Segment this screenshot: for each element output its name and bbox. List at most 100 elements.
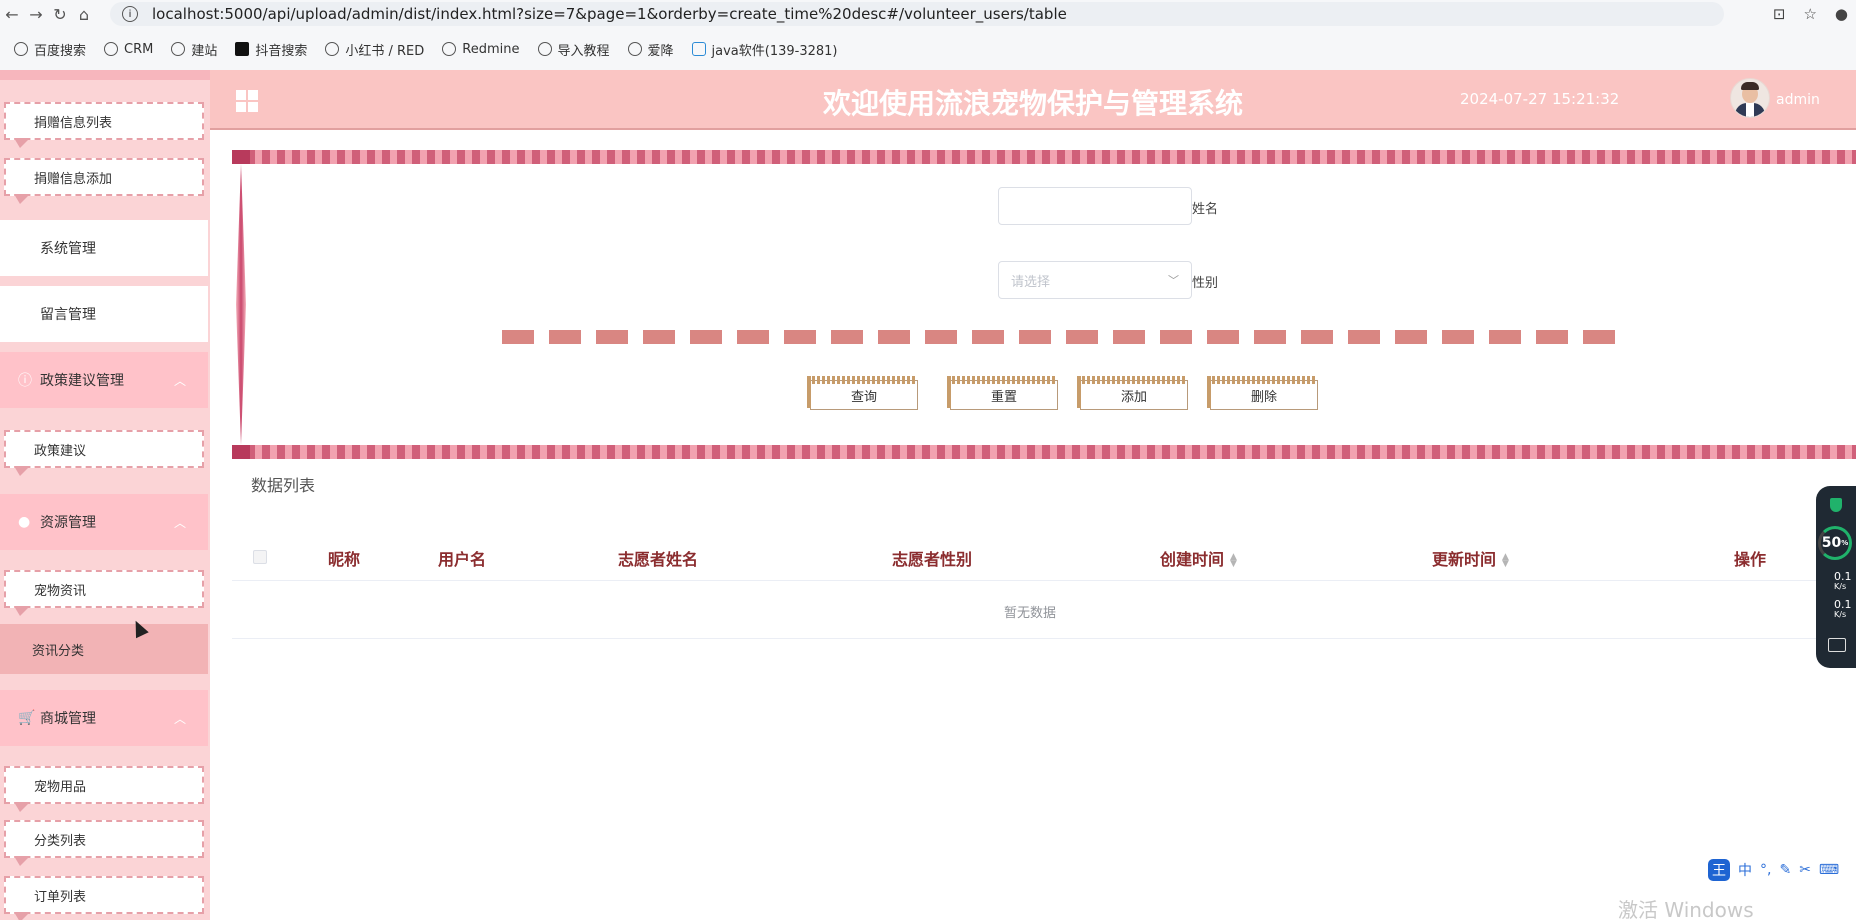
sidebar-item-policy[interactable]: 政策建议 <box>4 430 204 476</box>
sidebar-item-system[interactable]: 系统管理 <box>0 220 208 276</box>
sort-icon[interactable]: ▲ ▼ <box>1230 552 1237 568</box>
decorative-border-top <box>232 150 1856 164</box>
sidebar-group-label: 商城管理 <box>40 711 96 727</box>
bookmark-aijiang[interactable]: 爱降 <box>627 40 674 59</box>
ime-language[interactable]: 中 <box>1738 860 1752 880</box>
sidebar-group-label: 政策建议管理 <box>40 373 124 389</box>
forward-icon[interactable]: → <box>24 5 48 24</box>
ime-logo-icon[interactable]: 王 <box>1708 859 1730 881</box>
table-empty-row: 暂无数据 <box>232 580 1856 639</box>
chevron-down-icon: ﹀ <box>1168 274 1179 287</box>
sidebar-group-mall[interactable]: 🛒 商城管理 ︿ <box>0 690 208 746</box>
back-icon[interactable]: ← <box>0 5 24 24</box>
avatar[interactable] <box>1730 78 1770 118</box>
list-title: 数据列表 <box>251 476 316 495</box>
address-bar[interactable]: i localhost:5000/api/upload/admin/dist/i… <box>110 2 1724 26</box>
reset-button[interactable]: 重置 <box>947 376 1058 410</box>
install-icon[interactable]: ⊡ <box>1773 5 1786 23</box>
sidebar-top-strip <box>0 70 210 80</box>
sidebar-group-resource[interactable]: ● 资源管理 ︿ <box>0 494 208 550</box>
bilibili-icon <box>691 42 706 56</box>
column-nickname: 昵称 <box>328 550 361 569</box>
punctuation-icon[interactable]: °, <box>1760 862 1771 878</box>
globe-icon <box>171 42 186 56</box>
chevron-up-icon: ︿ <box>173 515 186 530</box>
shield-icon <box>1830 498 1842 512</box>
bookmark-import[interactable]: 导入教程 <box>537 40 610 59</box>
user-name[interactable]: admin <box>1776 92 1820 108</box>
ime-toolbar: 王 中 °, ✎ ✂ ⌨ <box>1708 858 1839 882</box>
column-volunteer-name: 志愿者姓名 <box>618 550 699 569</box>
add-button[interactable]: 添加 <box>1077 376 1188 410</box>
volunteer-name-input[interactable] <box>998 187 1192 225</box>
column-username: 用户名 <box>438 550 487 569</box>
column-update-time[interactable]: 更新时间 ▲ ▼ <box>1432 546 1509 570</box>
bookmark-star-icon[interactable]: ☆ <box>1803 5 1816 23</box>
app-header: 欢迎使用流浪宠物保护与管理系统 2024-07-27 15:21:32 admi… <box>210 70 1856 130</box>
sidebar-item-category-list[interactable]: 分类列表 <box>4 820 204 866</box>
globe-icon <box>104 42 119 56</box>
bookmark-redmine[interactable]: Redmine <box>442 42 520 57</box>
keyboard-icon[interactable]: ⌨ <box>1819 862 1839 878</box>
sidebar-group-label: 资源管理 <box>40 515 96 531</box>
site-info-icon[interactable]: i <box>122 6 138 22</box>
tiktok-icon <box>235 42 250 56</box>
sidebar-group-policy[interactable]: ⓘ 政策建议管理 ︿ <box>0 352 208 408</box>
column-volunteer-gender: 志愿者性别 <box>892 550 973 569</box>
info-circle-icon: ⓘ <box>18 373 32 389</box>
bookmark-crm[interactable]: CRM <box>104 42 153 57</box>
download-rate: 0.1 K/s <box>1834 598 1852 619</box>
bookmark-java[interactable]: java软件(139-3281) <box>691 40 838 59</box>
upload-rate: 0.1 K/s <box>1834 570 1852 591</box>
globe-icon <box>325 42 340 56</box>
paw-icon <box>14 42 28 56</box>
sidebar: 捐赠信息列表 捐赠信息添加 系统管理 留言管理 ⓘ 政策建议管理 ︿ 政策建议 … <box>0 70 210 920</box>
bulb-icon: ● <box>18 514 31 530</box>
delete-button[interactable]: 删除 <box>1207 376 1318 410</box>
column-actions: 操作 <box>1734 550 1767 569</box>
globe-icon <box>537 42 552 56</box>
sidebar-item-donation-add[interactable]: 捐赠信息添加 <box>4 158 204 204</box>
empty-text: 暂无数据 <box>1003 606 1056 621</box>
profile-icon[interactable]: ● <box>1835 5 1848 23</box>
decorative-corner <box>232 150 250 164</box>
sidebar-item-order-list[interactable]: 订单列表 <box>4 876 204 920</box>
sidebar-item-pet-supplies[interactable]: 宠物用品 <box>4 766 204 812</box>
home-icon[interactable]: ⌂ <box>72 5 96 24</box>
sort-icon[interactable]: ▲ ▼ <box>1502 552 1509 568</box>
globe-icon <box>627 42 642 56</box>
bookmarks-bar: 百度搜索 CRM 建站 抖音搜索 小红书 / RED Redmine 导入教程 … <box>0 28 1856 71</box>
search-panel: 志愿者姓名 志愿者性别 请选择 ﹀ 查询 重置 添加 删除 <box>232 150 1856 460</box>
current-datetime: 2024-07-27 15:21:32 <box>1460 90 1620 108</box>
chevron-up-icon: ︿ <box>173 711 186 726</box>
sidebar-item-donation-list[interactable]: 捐赠信息列表 <box>4 102 204 148</box>
reload-icon[interactable]: ↻ <box>48 5 72 24</box>
chevron-up-icon: ︿ <box>173 373 186 388</box>
bookmark-xiaohongshu[interactable]: 小红书 / RED <box>325 40 424 59</box>
windows-watermark: 激活 Windows <box>1618 898 1754 922</box>
bookmark-site[interactable]: 建站 <box>171 40 217 59</box>
select-placeholder: 请选择 <box>1011 274 1051 290</box>
volunteer-gender-select[interactable]: 请选择 ﹀ <box>998 261 1192 299</box>
select-all-checkbox[interactable] <box>253 550 267 564</box>
network-speed-widget[interactable]: 50% 0.1 K/s 0.1 K/s <box>1816 486 1856 668</box>
decorative-border-left <box>236 164 246 445</box>
bookmark-baidu[interactable]: 百度搜索 <box>14 40 86 59</box>
column-create-time[interactable]: 创建时间 ▲ ▼ <box>1160 546 1237 570</box>
scissors-icon[interactable]: ✂ <box>1799 862 1811 878</box>
cart-icon: 🛒 <box>18 710 36 726</box>
usage-gauge: 50% <box>1818 526 1852 560</box>
sidebar-item-news-category[interactable]: 资讯分类 <box>0 624 208 674</box>
camera-icon[interactable] <box>1828 638 1846 652</box>
decorative-border-bottom <box>232 445 1856 459</box>
bookmark-douyin[interactable]: 抖音搜索 <box>235 40 307 59</box>
pen-icon[interactable]: ✎ <box>1779 862 1791 878</box>
sidebar-item-pet-news[interactable]: 宠物资讯 <box>4 570 204 616</box>
globe-icon <box>442 42 457 56</box>
decorative-dash-row <box>502 330 1622 344</box>
sidebar-item-message[interactable]: 留言管理 <box>0 286 208 342</box>
decorative-corner <box>232 445 250 459</box>
browser-toolbar: ← → ↻ ⌂ i localhost:5000/api/upload/admi… <box>0 0 1856 28</box>
query-button[interactable]: 查询 <box>807 376 918 410</box>
url-text: localhost:5000/api/upload/admin/dist/ind… <box>152 5 1067 23</box>
